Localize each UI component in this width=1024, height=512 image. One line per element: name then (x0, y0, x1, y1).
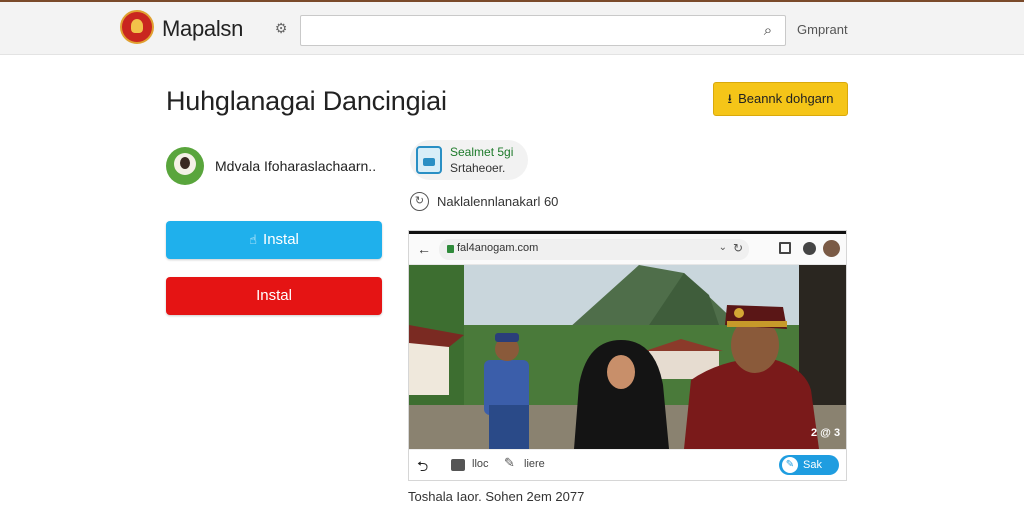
app-icon (416, 146, 442, 174)
brand-logo-icon[interactable] (120, 10, 154, 44)
install-primary-button[interactable]: ☝ Instal (166, 221, 382, 259)
back-arrow-icon[interactable]: ← (417, 241, 431, 257)
hand-icon: ☝ (249, 232, 258, 247)
photo-image: 2 @ 3 (409, 265, 846, 449)
app-title: Sealmet 5gi (450, 145, 514, 159)
footer-label-2[interactable]: liere (524, 458, 545, 470)
pen-icon[interactable]: ✎ (504, 455, 515, 471)
chevron-down-icon[interactable]: ⌄ (719, 242, 727, 253)
photo-hat-emblem (734, 308, 744, 318)
browser-toolbar: ← fal4anogam.com ⌄ ↻ (409, 234, 846, 265)
meta-text: Naklalennlanakarl 60 (437, 194, 559, 209)
browser-url-bar[interactable]: fal4anogam.com ⌄ ↻ (439, 239, 749, 260)
photo-watermark: 2 @ 3 (811, 427, 840, 439)
photo-hat-band (727, 321, 787, 327)
photo-man-blue-cap (495, 333, 519, 342)
author-info[interactable]: Mdvala Ifoharaslachaarn.. (166, 147, 386, 185)
reload-icon[interactable]: ↻ (733, 241, 743, 255)
photo-woman-face (607, 355, 635, 389)
search-input[interactable] (301, 16, 741, 45)
footer-action-button[interactable]: ✎ Sak (779, 455, 839, 475)
copy-icon[interactable] (779, 242, 791, 254)
install-secondary-button[interactable]: Instal (166, 277, 382, 315)
footer-label-1[interactable]: lloc (472, 458, 489, 470)
photo-man-blue-pants (489, 405, 529, 449)
browser-url: fal4anogam.com (457, 242, 539, 254)
install-primary-label: Instal (263, 231, 299, 248)
footer-button-label: Sak (803, 459, 822, 471)
browser-footer: ⮌ lloc ✎ liere ✎ Sak (409, 449, 846, 480)
app-card[interactable]: Sealmet 5gi Srtaheoer. (410, 140, 528, 180)
gear-icon[interactable]: ⚙ (273, 20, 289, 36)
avatar[interactable] (166, 147, 204, 185)
search-bar[interactable]: ⌕ (300, 15, 786, 46)
pencil-icon: ✎ (782, 457, 798, 473)
lock-icon (447, 245, 454, 253)
page-title: Huhglanagai Dancingiai (166, 86, 447, 116)
download-button-label: Beannk dohgarn (738, 91, 834, 106)
app-subtitle: Srtaheoer. (450, 161, 506, 175)
clock-icon: ↻ (410, 192, 429, 211)
download-icon: ⭳ (727, 91, 733, 106)
install-secondary-label: Instal (256, 287, 292, 304)
caption-text: Toshala Iaor. Sohen 2em 2077 (408, 489, 585, 504)
download-button[interactable]: ⭳ Beannk dohgarn (713, 82, 848, 116)
top-header: Mapalsn ⚙ ⌕ Gmprant (0, 2, 1024, 55)
comment-icon[interactable] (451, 459, 465, 471)
browser-preview: ← fal4anogam.com ⌄ ↻ 2 @ 3 ⮌ lloc ✎ lier… (408, 230, 847, 481)
account-icon[interactable] (803, 242, 816, 255)
brand-name[interactable]: Mapalsn (162, 16, 243, 42)
search-icon[interactable]: ⌕ (759, 22, 777, 40)
header-link[interactable]: Gmprant (797, 22, 848, 37)
profile-avatar[interactable] (823, 240, 840, 257)
share-arrow-icon[interactable]: ⮌ (417, 456, 428, 480)
author-name[interactable]: Mdvala Ifoharaslachaarn.. (215, 158, 376, 174)
photo-illustration: 2 @ 3 (409, 265, 846, 449)
